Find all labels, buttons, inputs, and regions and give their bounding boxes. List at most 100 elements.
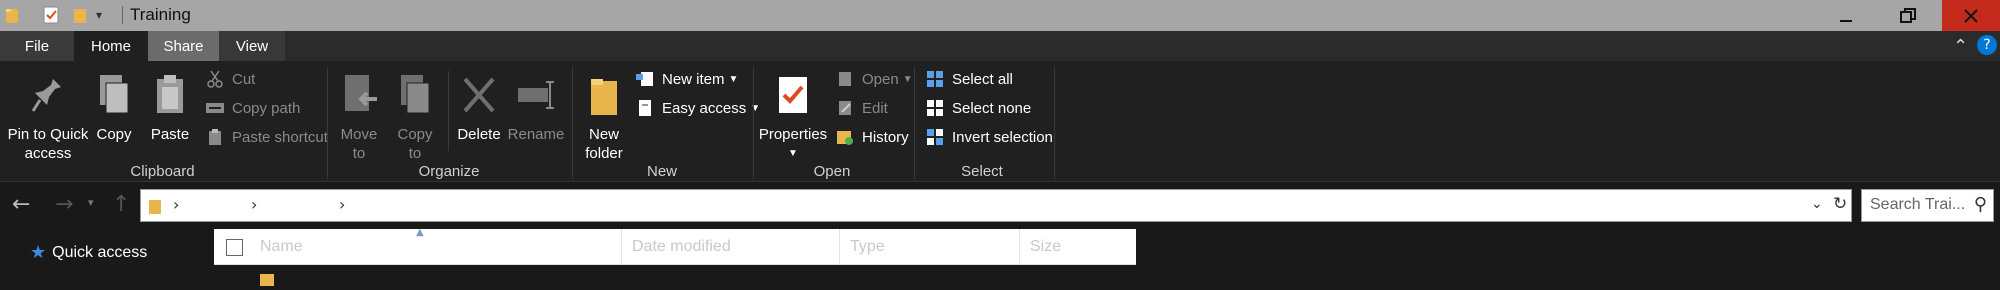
folder-icon <box>4 4 20 26</box>
folder-icon <box>259 271 275 290</box>
new-folder-button[interactable]: New folder <box>580 67 628 163</box>
pin-label-1: Pin to Quick <box>7 126 89 143</box>
minimize-ribbon-chevron-icon[interactable]: ⌃ <box>1953 36 1968 57</box>
restore-button[interactable] <box>1879 0 1937 31</box>
tab-home[interactable]: Home <box>74 31 148 61</box>
star-icon: ★ <box>30 242 47 263</box>
table-row[interactable] <box>214 265 1136 286</box>
back-arrow-icon[interactable]: ← <box>12 192 30 217</box>
ribbon-tabs: File Home Share View ⌃ ? <box>0 31 2000 61</box>
column-header-name[interactable]: Name <box>250 229 622 265</box>
move-to-button[interactable]: Move to <box>334 67 384 163</box>
delete-x-icon <box>461 67 497 123</box>
open-label: Open <box>862 70 899 88</box>
dropdown-arrow-icon: ▼ <box>728 73 739 85</box>
cut-label: Cut <box>232 70 256 88</box>
forward-arrow-icon[interactable]: → <box>55 192 73 217</box>
cut-button[interactable]: Cut <box>204 69 255 89</box>
move-to-label-1: Move <box>340 126 378 143</box>
new-item-label: New item <box>662 70 725 88</box>
breadcrumb-chevron-icon[interactable]: › <box>339 195 345 214</box>
column-header-date-modified[interactable]: Date modified <box>622 229 840 265</box>
tab-file[interactable]: File <box>0 31 74 61</box>
move-to-label-2: to <box>352 145 366 162</box>
window-title: Training <box>130 5 191 24</box>
new-folder-label-1: New <box>588 126 619 143</box>
properties-quick-icon[interactable] <box>42 4 60 26</box>
select-all-button[interactable]: Select all <box>924 69 1013 89</box>
dropdown-arrow-icon: ▼ <box>788 148 798 159</box>
address-dropdown-chevron-icon[interactable]: ⌄ <box>1811 196 1823 212</box>
quick-access-label: Quick access <box>52 243 148 261</box>
tab-share[interactable]: Share <box>148 31 219 61</box>
tab-view[interactable]: View <box>219 31 285 61</box>
navigation-pane: ★ Quick access <box>0 229 208 285</box>
copy-to-label-2: to <box>408 145 422 162</box>
copy-path-label: Copy path <box>232 99 301 117</box>
invert-selection-label: Invert selection <box>952 128 1053 146</box>
properties-icon <box>776 67 810 123</box>
copy-to-button[interactable]: Copy to <box>390 67 440 163</box>
refresh-icon[interactable]: ↻ <box>1833 194 1847 214</box>
ribbon: Pin to Quick access Copy Paste Cut Copy … <box>0 61 2000 182</box>
pin-icon <box>31 67 65 123</box>
recent-locations-chevron-icon[interactable]: ▾ <box>88 196 94 209</box>
organize-group-label: Organize <box>418 163 480 180</box>
search-input[interactable]: Search Trai... ⚲ <box>1861 189 1994 222</box>
invert-selection-button[interactable]: Invert selection <box>924 127 1053 147</box>
easy-access-icon <box>634 98 656 118</box>
open-icon <box>834 69 856 89</box>
new-item-button[interactable]: New item ▼ <box>634 69 738 89</box>
paste-shortcut-label: Paste shortcut <box>232 128 328 146</box>
minimize-button[interactable] <box>1817 0 1875 31</box>
rename-label: Rename <box>507 126 565 143</box>
column-header-size[interactable]: Size <box>1020 229 1136 265</box>
copy-to-icon <box>397 67 433 123</box>
breadcrumb-chevron-icon[interactable]: › <box>173 195 179 214</box>
delete-label: Delete <box>457 126 501 143</box>
copy-button[interactable]: Copy <box>92 67 136 144</box>
properties-button[interactable]: Properties ▼ <box>758 67 828 163</box>
delete-button[interactable]: Delete <box>454 67 504 144</box>
edit-pencil-icon <box>834 98 856 118</box>
close-button[interactable] <box>1942 0 2000 31</box>
help-icon[interactable]: ? <box>1977 35 1997 55</box>
edit-button[interactable]: Edit <box>834 98 888 118</box>
easy-access-label: Easy access <box>662 99 747 117</box>
rename-button[interactable]: Rename <box>508 67 564 144</box>
column-header-type[interactable]: Type <box>840 229 1020 265</box>
address-bar[interactable]: › › › ⌄ ↻ <box>140 189 1852 222</box>
select-all-checkbox[interactable] <box>226 239 243 256</box>
new-group-label: New <box>646 163 677 180</box>
new-item-icon <box>634 69 656 89</box>
pin-to-quick-access-button[interactable]: Pin to Quick access <box>6 67 90 163</box>
nav-item-quick-access[interactable]: ★ Quick access <box>30 242 147 263</box>
new-folder-label-2: folder <box>585 145 623 162</box>
paste-shortcut-button[interactable]: Paste shortcut <box>204 127 328 147</box>
breadcrumb-chevron-icon[interactable]: › <box>251 195 257 214</box>
select-none-button[interactable]: Select none <box>924 98 1031 118</box>
new-folder-icon <box>588 67 620 123</box>
copy-icon <box>96 67 132 123</box>
up-arrow-icon[interactable]: ↑ <box>112 192 130 217</box>
pin-label-2: access <box>24 145 72 162</box>
paste-shortcut-icon <box>204 127 226 147</box>
paste-button[interactable]: Paste <box>146 67 194 144</box>
history-button[interactable]: History <box>834 127 909 147</box>
paste-icon <box>152 67 188 123</box>
customize-quick-access-chevron-icon[interactable]: ▾ <box>96 4 102 26</box>
copy-label: Copy <box>96 126 132 143</box>
search-placeholder: Search Trai... <box>1870 196 1966 213</box>
copy-path-button[interactable]: Copy path <box>204 98 300 118</box>
properties-label: Properties <box>758 126 828 143</box>
separator <box>448 71 449 151</box>
open-button[interactable]: Open ▼ <box>834 69 913 89</box>
easy-access-button[interactable]: Easy access ▼ <box>634 98 760 118</box>
separator <box>122 6 123 24</box>
select-none-icon <box>924 98 946 118</box>
open-group-label: Open <box>813 163 851 180</box>
copy-path-icon <box>204 98 226 118</box>
new-folder-quick-icon[interactable] <box>72 4 88 26</box>
invert-selection-icon <box>924 127 946 147</box>
clipboard-group-label: Clipboard <box>130 163 195 180</box>
